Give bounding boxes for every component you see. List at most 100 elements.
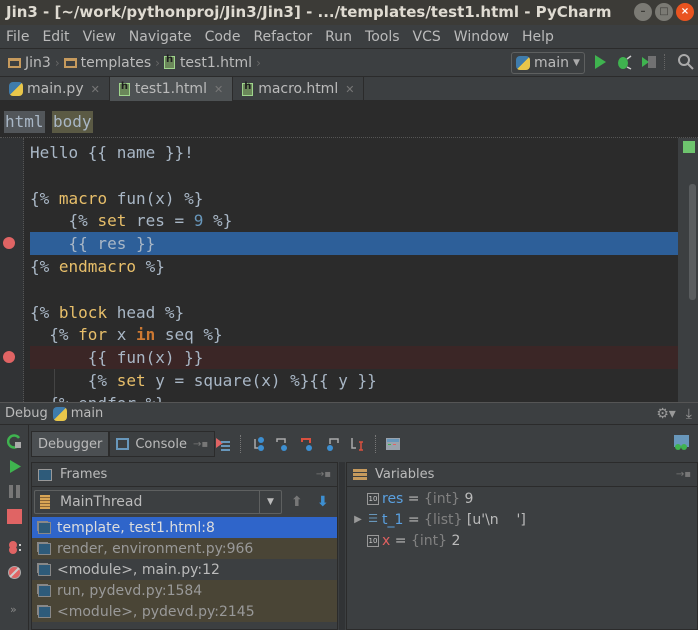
code-text: {% [30,211,98,231]
menu-vcs[interactable]: VCS [413,29,441,45]
frame-item[interactable]: render, environment.py:966 [32,538,337,559]
close-tab-icon[interactable]: ✕ [214,83,223,96]
tab-debugger[interactable]: Debugger [31,431,110,457]
mute-breakpoints-icon[interactable] [7,565,22,580]
code-text: {% endfor %} [30,394,165,402]
toolbar-separator [664,54,665,70]
more-icon[interactable]: » [10,603,17,616]
menu-help[interactable]: Help [522,29,554,45]
rerun-icon[interactable] [7,434,22,449]
show-execution-point-icon[interactable] [215,436,231,452]
int-type-icon: 10 [367,492,379,505]
code-line[interactable] [30,164,678,187]
pause-icon[interactable] [7,484,22,499]
toolbar-separator [240,435,241,453]
hide-panel-icon[interactable]: ⤓ [686,406,692,422]
code-line[interactable]: {% set y = square(x) %}{{ y }} [30,369,678,392]
code-text: y = square(x) %}{{ y }} [145,371,377,390]
minimize-button[interactable]: – [634,3,652,21]
run-icon[interactable] [591,53,609,71]
code-line[interactable]: Hello {{ name }}! [30,141,678,164]
tab-main-py[interactable]: main.py ✕ [0,77,110,101]
run-to-cursor-icon[interactable] [350,436,366,452]
tab-console[interactable]: Console →▪ [109,431,216,457]
debug-icon[interactable] [615,53,633,71]
frame-item[interactable]: <module>, main.py:12 [32,559,337,580]
thread-select[interactable]: MainThread ▼ [34,490,282,514]
pin-icon[interactable]: →▪ [193,439,208,450]
expand-arrow-icon[interactable]: ▶ [349,514,367,525]
tab-label: macro.html [258,81,339,97]
code-line[interactable]: {% set res = 9 %} [30,209,678,232]
close-tab-icon[interactable]: ✕ [345,83,354,96]
menu-code[interactable]: Code [205,29,241,45]
code-line[interactable]: {% endfor %} [30,392,678,402]
debug-side-toolbar: » [0,425,29,630]
menu-file[interactable]: File [6,29,29,45]
breadcrumb-file[interactable]: test1.html › [163,54,265,71]
tab-macro-html[interactable]: macro.html ✕ [233,77,365,101]
tag-body[interactable]: body [52,111,93,133]
step-into-icon[interactable] [275,436,291,452]
variable-value: [u'\n '] [466,511,526,528]
run-configuration-select[interactable]: main ▼ [511,52,585,74]
pane-splitter[interactable] [339,462,345,630]
stop-icon[interactable] [7,509,22,524]
code-line[interactable]: {% macro fun(x) %} [30,187,678,210]
menu-edit[interactable]: Edit [42,29,69,45]
close-tab-icon[interactable]: ✕ [91,83,100,96]
breakpoint-line[interactable]: {{ fun(x) }} [30,346,678,370]
tab-test1-html[interactable]: test1.html ✕ [109,77,234,101]
breadcrumb-folder[interactable]: templates › [63,55,164,71]
frame-item[interactable]: run, pydevd.py:1584 [32,580,337,601]
resume-icon[interactable] [7,459,22,474]
code-line[interactable] [30,278,678,301]
editor-gutter[interactable] [0,138,24,402]
view-breakpoints-icon[interactable] [7,540,22,555]
scrollbar-thumb[interactable] [689,184,696,300]
debug-title: Debug [5,406,48,421]
search-icon[interactable] [677,53,695,71]
menu-window[interactable]: Window [454,29,509,45]
toolbar-separator [375,435,376,453]
restore-layout-icon[interactable] [673,434,690,451]
menu-view[interactable]: View [83,29,116,45]
coverage-icon[interactable] [640,53,658,71]
variable-item[interactable]: 10 res = {int} 9 [347,488,473,509]
editor-scrollbar[interactable] [678,138,698,402]
step-into-my-code-icon[interactable] [300,436,316,452]
pin-icon[interactable]: →▪ [676,469,691,480]
code-text: {% [30,325,79,345]
step-over-icon[interactable] [250,436,266,452]
menu-tools[interactable]: Tools [365,29,400,45]
tab-label: Debugger [38,436,103,452]
tag-html[interactable]: html [4,111,45,133]
frame-item[interactable]: <module>, pydevd.py:2145 [32,601,337,622]
breadcrumb-project[interactable]: Jin3 › [8,55,64,71]
menu-navigate[interactable]: Navigate [129,29,192,45]
step-out-icon[interactable] [325,436,341,452]
stack-frame-icon [38,542,51,555]
close-button[interactable]: × [676,3,694,21]
frames-header: Frames →▪ [32,463,337,487]
menu-refactor[interactable]: Refactor [253,29,312,45]
menu-run[interactable]: Run [325,29,352,45]
maximize-button[interactable]: □ [655,3,673,21]
variable-value: 2 [451,532,461,549]
code-line[interactable]: {% block head %} [30,301,678,324]
breadcrumb-label: Jin3 [25,54,51,71]
variable-type: {int} [424,490,461,507]
code-line[interactable]: {% endmacro %} [30,255,678,278]
previous-frame-icon[interactable]: ⬆ [291,494,303,510]
execution-line[interactable]: {{ res }} [30,232,678,256]
variable-item[interactable]: ▶ ☰ t_1 = {list} [u'\n '] [347,509,526,530]
evaluate-expression-icon[interactable] [385,436,401,452]
editor-tabs: main.py ✕ test1.html ✕ macro.html ✕ [0,77,698,101]
frame-item[interactable]: template, test1.html:8 [32,517,337,538]
gear-icon[interactable]: ⚙▾ [656,406,676,422]
next-frame-icon[interactable]: ⬇ [317,494,329,510]
code-editor[interactable]: Hello {{ name }}! {% macro fun(x) %} {% s… [0,138,698,402]
pin-icon[interactable]: →▪ [316,469,331,480]
code-line[interactable]: {% for x in seq %} [30,323,678,346]
variable-item[interactable]: 10 x = {int} 2 [347,530,460,551]
